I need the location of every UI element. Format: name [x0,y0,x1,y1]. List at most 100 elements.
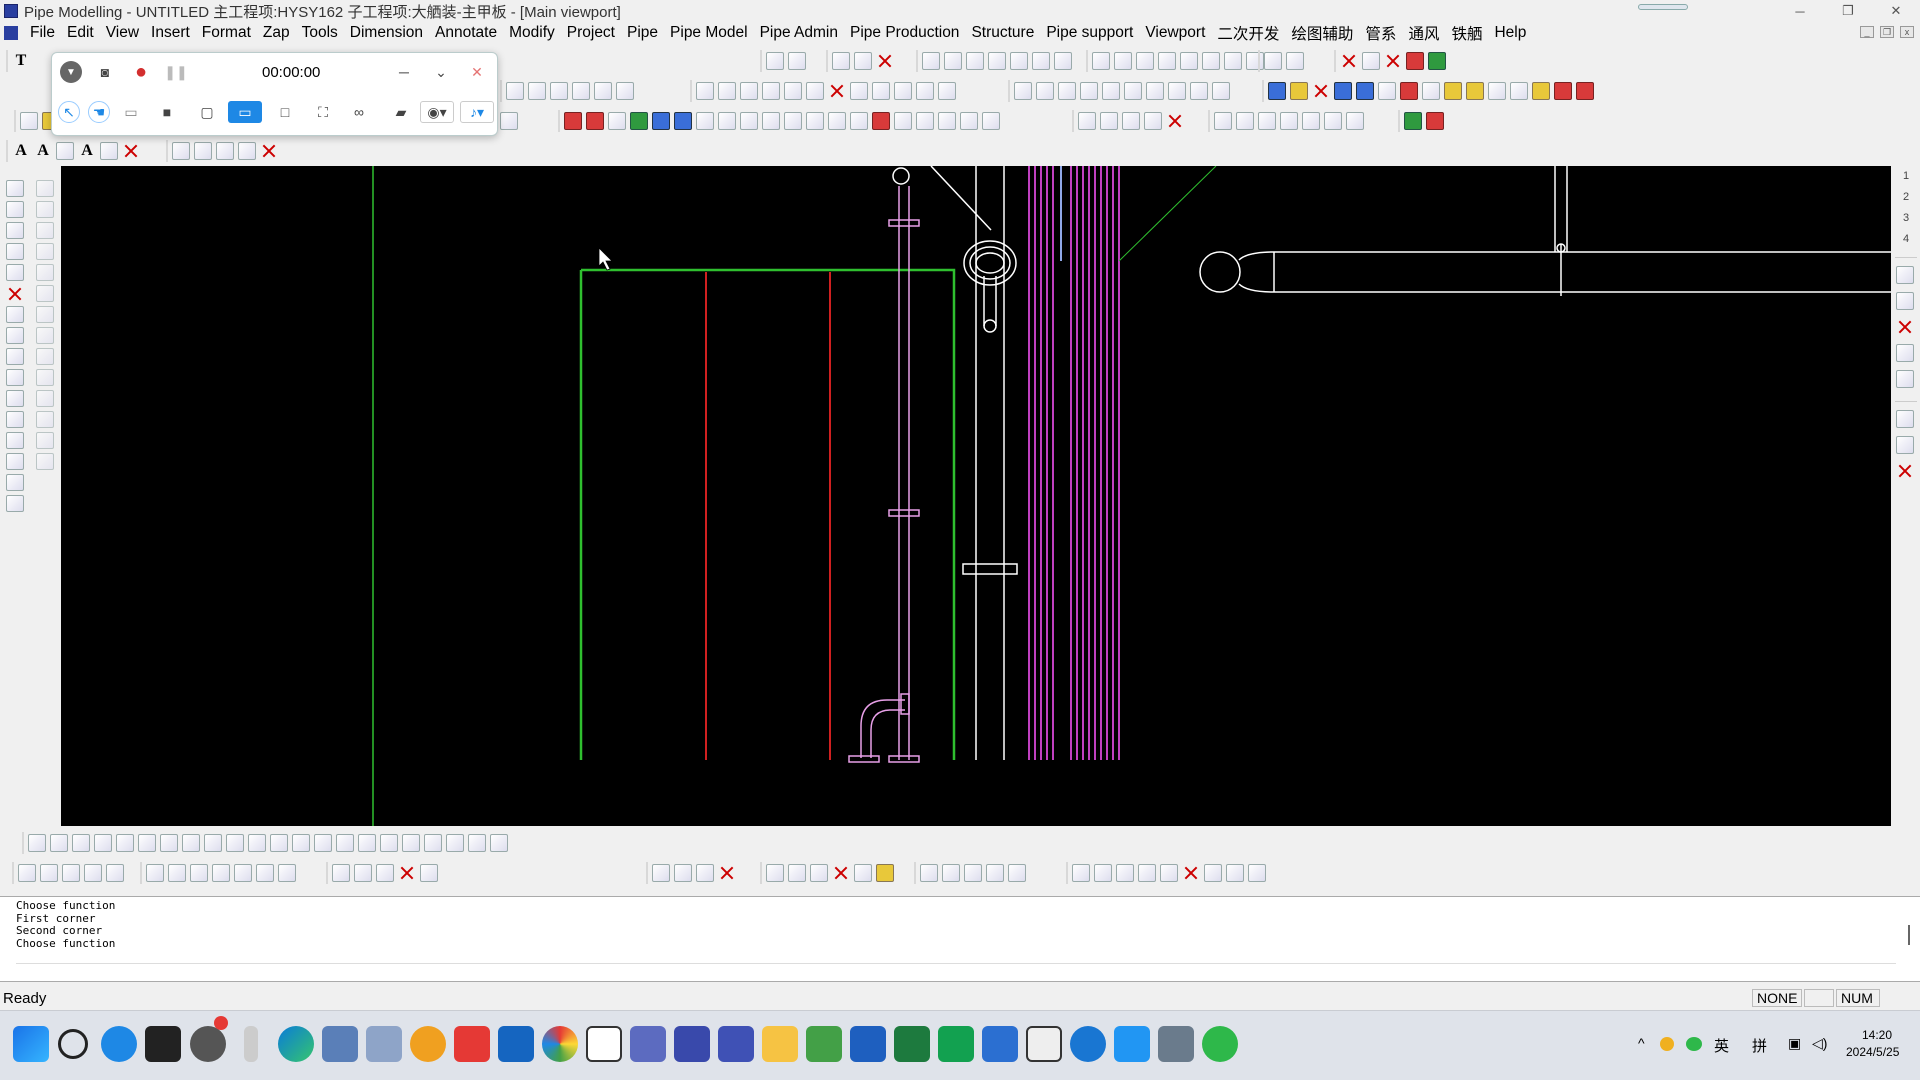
zoom-out-icon[interactable] [212,864,230,882]
pipe-tool-icon[interactable] [982,112,1000,130]
tool-icon[interactable] [1136,52,1154,70]
tool-icon[interactable] [72,834,90,852]
tool-icon[interactable] [854,52,872,70]
pipe-tool-icon[interactable] [586,112,604,130]
circle-icon[interactable] [6,369,24,386]
check-icon[interactable] [18,864,36,882]
pipe-tool-icon[interactable] [740,112,758,130]
tool-icon[interactable] [1896,410,1914,428]
pan-icon[interactable] [278,864,296,882]
pause-icon[interactable]: ❚❚ [164,61,187,83]
tool-icon[interactable] [1014,82,1032,100]
text-style-icon[interactable]: A [78,142,96,160]
tool-icon[interactable] [674,864,692,882]
tool-icon[interactable] [36,348,54,365]
tool-icon[interactable] [1532,82,1550,100]
tool-icon[interactable] [380,834,398,852]
menu-viewport[interactable]: Viewport [1139,24,1211,42]
notepad-icon[interactable] [806,1026,842,1062]
zoom-icon[interactable] [36,243,54,260]
tool-icon[interactable] [1466,82,1484,100]
delete-icon[interactable] [1340,52,1358,70]
pipe-tool-icon[interactable] [718,112,736,130]
tool-icon[interactable] [1080,82,1098,100]
text-tool-icon[interactable]: T [12,52,30,70]
circle-icon[interactable] [988,52,1006,70]
pipe-app-icon[interactable] [1158,1026,1194,1062]
delete-icon[interactable] [260,142,278,160]
menu-edit[interactable]: Edit [61,24,100,42]
pipe-tool-icon[interactable] [872,112,890,130]
tt-app-icon[interactable] [674,1026,710,1062]
collapse-icon[interactable]: ⌄ [430,61,452,83]
window-icon[interactable]: ▢ [196,101,218,123]
zoom-in-icon[interactable] [190,864,208,882]
tool-icon[interactable] [1102,82,1120,100]
pipe-tool-icon[interactable] [828,112,846,130]
tool-icon[interactable] [550,82,568,100]
tool-icon[interactable] [468,834,486,852]
tool-icon[interactable] [376,864,394,882]
snap-mode-indicator[interactable]: NONE [1752,989,1802,1007]
tool-icon[interactable] [1302,112,1320,130]
tool-icon[interactable] [872,82,890,100]
tool-icon[interactable] [138,834,156,852]
microphone-icon[interactable]: ♪▾ [460,101,494,123]
arrows-icon[interactable] [6,390,24,407]
tool-icon[interactable] [36,390,54,407]
color-wheel-icon[interactable] [1428,52,1446,70]
tool-icon[interactable] [1488,82,1506,100]
screen-icon[interactable]: ▭ [228,101,262,123]
layer-number-1[interactable]: 1 [1892,166,1920,187]
horizontal-scrollbar[interactable] [16,963,1896,975]
text-tool-icon[interactable] [100,142,118,160]
pipe-tool-icon[interactable] [850,112,868,130]
tool-icon[interactable] [572,82,590,100]
tool-icon[interactable] [832,52,850,70]
tool-icon[interactable] [216,142,234,160]
tool-icon[interactable] [358,834,376,852]
tool-icon[interactable] [1324,112,1342,130]
calculator-icon[interactable] [366,1026,402,1062]
text-style-icon[interactable]: A [34,142,52,160]
tool-icon[interactable] [1264,52,1282,70]
menu-format[interactable]: Format [196,24,257,42]
tool-icon[interactable] [1146,82,1164,100]
vertical-scrollbar[interactable] [1908,925,1910,945]
tool-icon[interactable] [50,834,68,852]
delete-icon[interactable] [122,142,140,160]
tool-icon[interactable] [172,142,190,160]
visio-icon[interactable] [982,1026,1018,1062]
tool-icon[interactable] [1072,864,1090,882]
tool-icon[interactable] [1224,52,1242,70]
tool-icon[interactable] [942,864,960,882]
tool-icon[interactable] [36,411,54,428]
pipe-tool-icon[interactable] [630,112,648,130]
tool-icon[interactable] [1204,864,1222,882]
tool-icon[interactable] [1510,82,1528,100]
tool-icon[interactable] [238,142,256,160]
tool-icon[interactable] [36,327,54,344]
text-style-icon[interactable]: A [12,142,30,160]
lock-icon[interactable] [1180,52,1198,70]
folder-icon[interactable]: ▰ [390,101,412,123]
tool-icon[interactable] [490,834,508,852]
tool-icon[interactable] [1248,864,1266,882]
tool-icon[interactable] [204,834,222,852]
delete-icon[interactable] [1312,82,1330,100]
delete-icon[interactable] [876,52,894,70]
tt-app2-icon[interactable] [718,1026,754,1062]
tool-icon[interactable] [806,82,824,100]
volume-icon[interactable]: ◁) [1812,1035,1827,1052]
tool-icon[interactable] [1202,52,1220,70]
media-icon[interactable] [1026,1026,1062,1062]
ime-mode[interactable]: 拼 [1752,1035,1767,1056]
support-tool-icon[interactable] [1078,112,1096,130]
clock-date[interactable]: 2024/5/25 [1846,1045,1899,1059]
tool-icon[interactable] [1138,864,1156,882]
stop-icon[interactable] [1406,52,1424,70]
menu-annotate[interactable]: Annotate [429,24,503,42]
tool-icon[interactable] [36,306,54,323]
new-file-icon[interactable] [20,112,38,130]
tool-icon[interactable] [916,82,934,100]
